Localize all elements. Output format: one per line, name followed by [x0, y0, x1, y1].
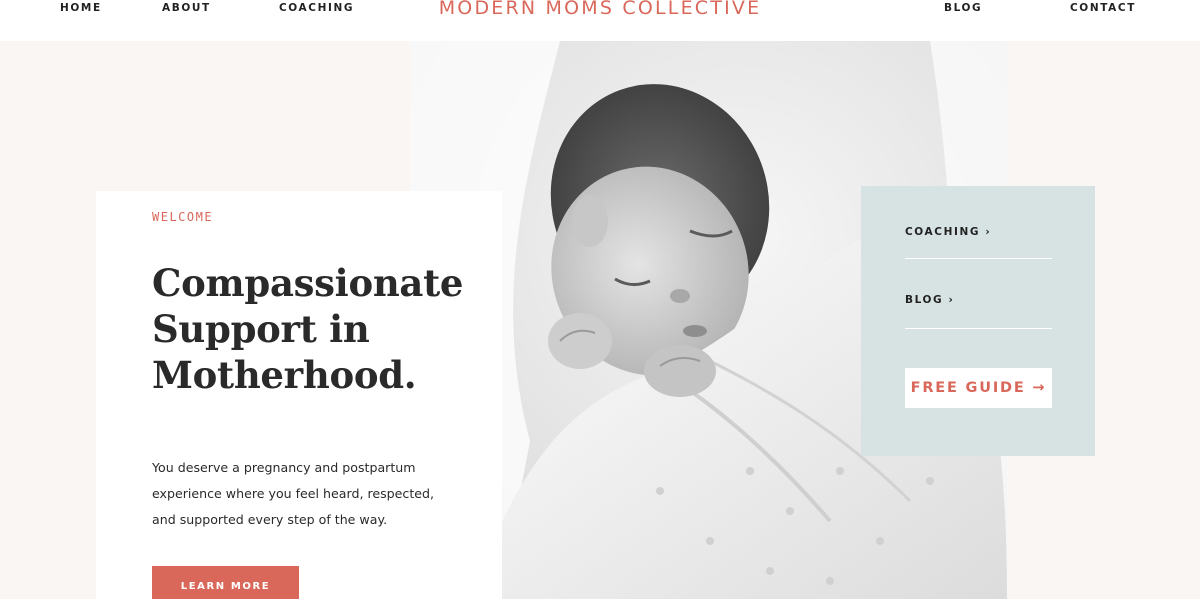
- hero-headline-line2: Support in: [152, 306, 370, 351]
- hero-body-line3: and supported every step of the way.: [152, 512, 388, 527]
- divider: [905, 258, 1052, 259]
- quick-links-panel: COACHING › BLOG › FREE GUIDE →: [861, 186, 1095, 456]
- site-logo[interactable]: MODERN MOMS COLLECTIVE: [0, 0, 1200, 19]
- divider: [905, 328, 1052, 329]
- hero-headline-line1: Compassionate: [152, 261, 464, 305]
- hero-body-line1: You deserve a pregnancy and postpartum: [152, 460, 416, 475]
- nav-contact-link[interactable]: CONTACT: [1070, 2, 1136, 14]
- side-link-blog[interactable]: BLOG ›: [905, 294, 1052, 306]
- site-header: HOME ABOUT COACHING MODERN MOMS COLLECTI…: [0, 0, 1200, 41]
- side-link-coaching[interactable]: COACHING ›: [905, 226, 1052, 238]
- hero-body-line2: experience where you feel heard, respect…: [152, 486, 435, 501]
- learn-more-button[interactable]: LEARN MORE: [152, 566, 299, 599]
- hero-card: WELCOME Compassionate Support in Motherh…: [96, 191, 502, 599]
- hero-body-text: You deserve a pregnancy and postpartum e…: [152, 455, 452, 533]
- nav-blog-link[interactable]: BLOG: [944, 2, 982, 14]
- hero-headline-line3: Motherhood.: [152, 352, 417, 397]
- hero-eyebrow: WELCOME: [152, 210, 214, 224]
- hero-headline: Compassionate Support in Motherhood.: [152, 261, 482, 399]
- free-guide-button[interactable]: FREE GUIDE →: [905, 368, 1052, 408]
